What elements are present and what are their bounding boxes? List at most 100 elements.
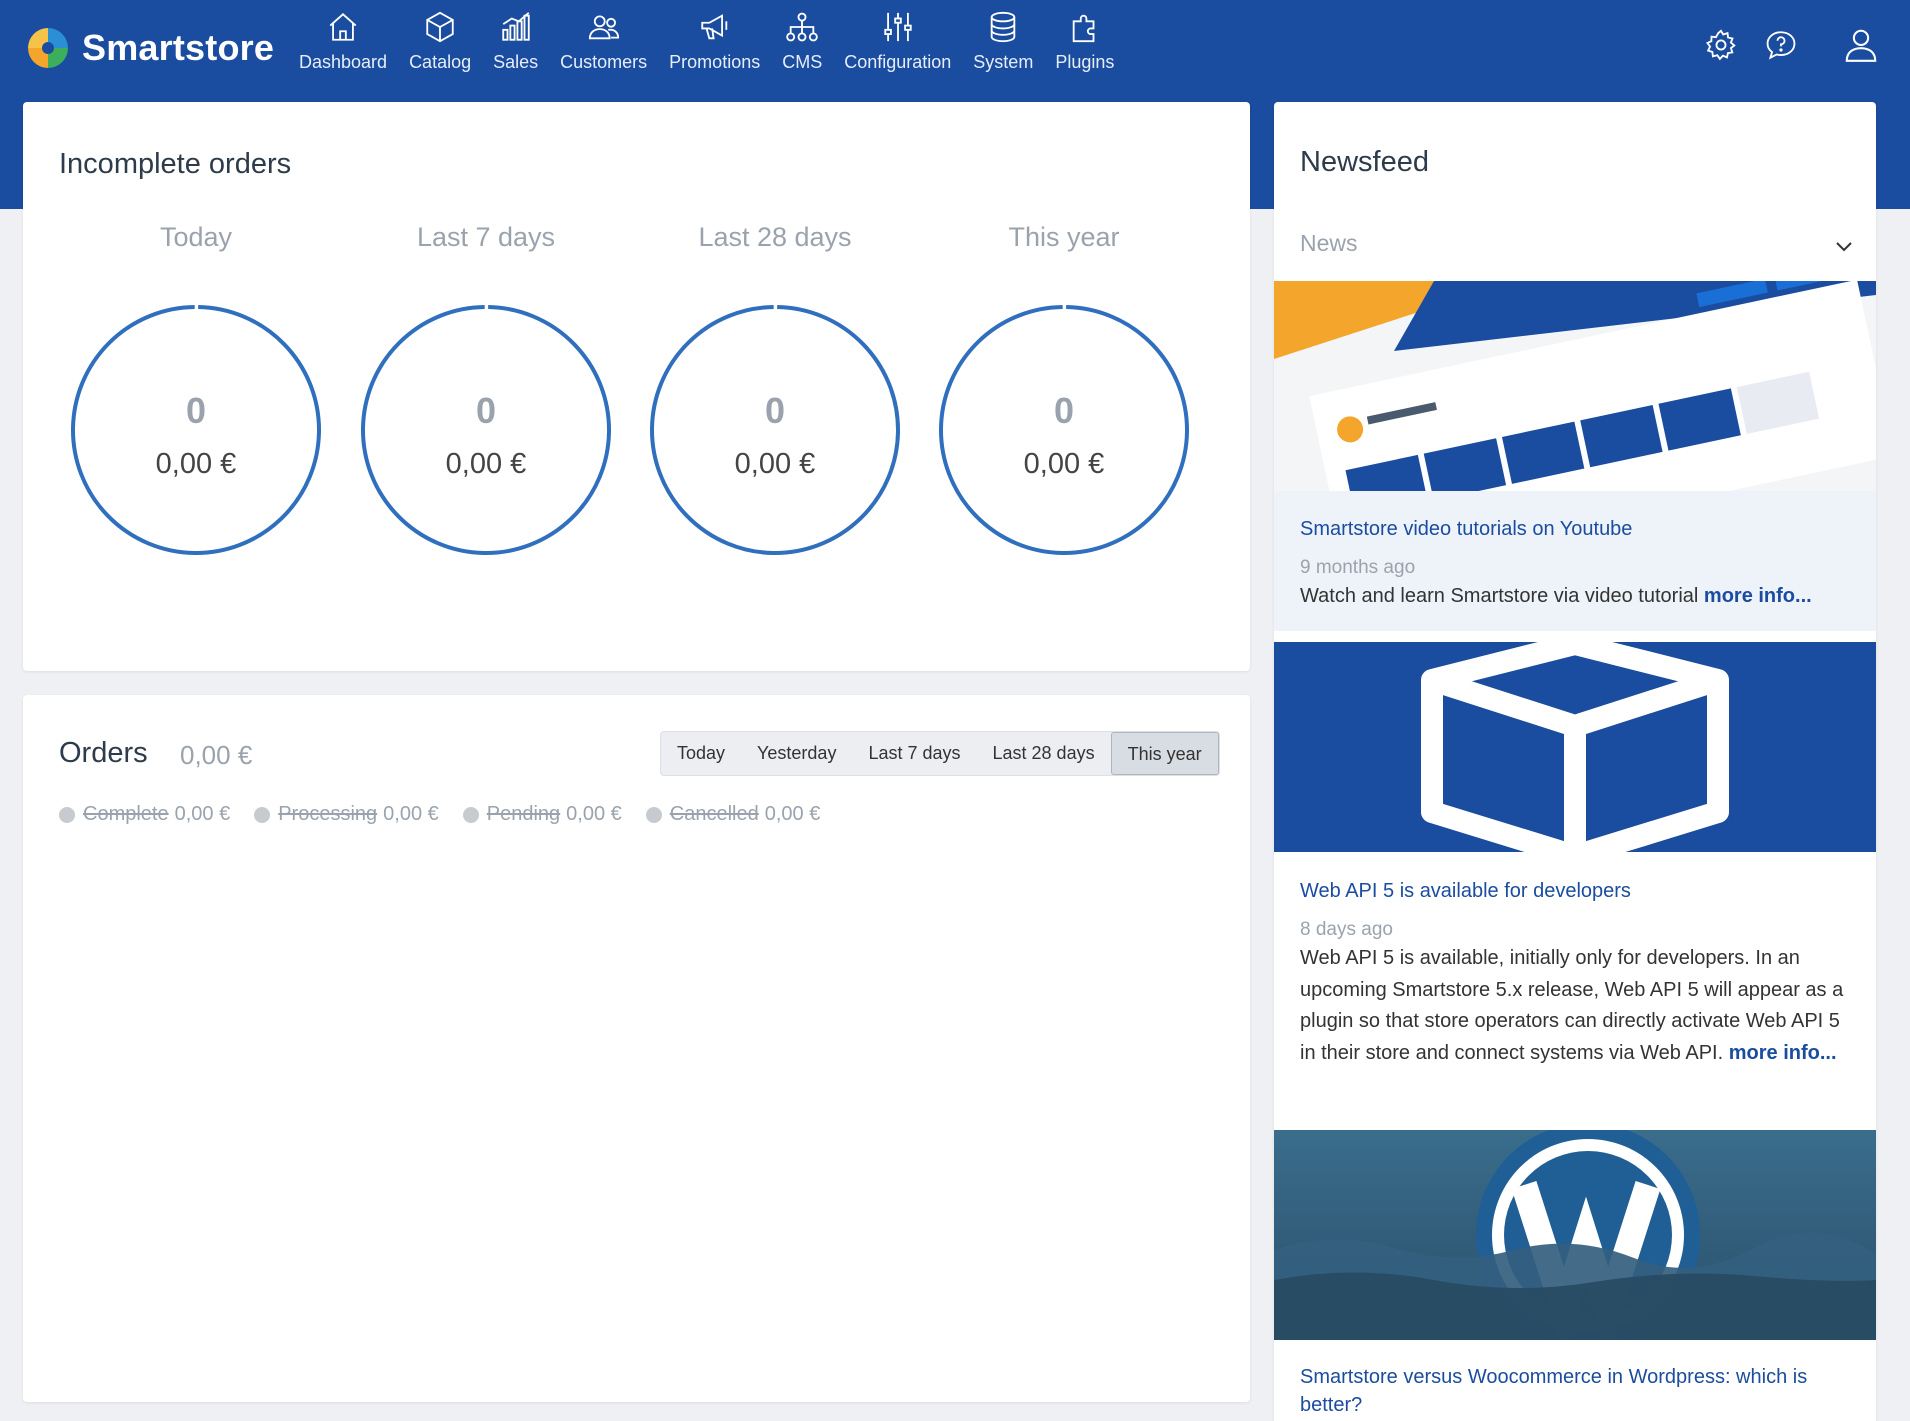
tab-yesterday[interactable]: Yesterday <box>741 732 852 775</box>
news-title-link[interactable]: Smartstore video tutorials on Youtube <box>1300 515 1850 543</box>
news-text-body: Watch and learn Smartstore via video tut… <box>1300 585 1699 607</box>
newsfeed-title: Newsfeed <box>1300 146 1429 178</box>
legend-complete[interactable]: Complete 0,00 € <box>59 803 230 826</box>
navbar-actions <box>1678 26 1880 69</box>
nav-customers[interactable]: Customers <box>549 10 658 73</box>
nav-label: Promotions <box>669 52 761 72</box>
stat-this-year[interactable]: This year 0 0,00 € <box>934 222 1194 555</box>
news-image-webapi[interactable] <box>1274 642 1876 852</box>
orders-title: Orders <box>59 737 148 769</box>
news-image-wordpress[interactable] <box>1274 1130 1876 1340</box>
brand[interactable]: Smartstore <box>24 24 274 72</box>
legend-name: Complete <box>83 803 169 825</box>
news-more-link[interactable]: more info... <box>1704 585 1812 607</box>
news-date: 8 days ago <box>1300 919 1393 940</box>
smartstore-logo-icon <box>28 28 68 68</box>
stat-count: 0 <box>185 390 207 431</box>
legend-processing[interactable]: Processing 0,00 € <box>254 803 439 826</box>
news-title-link[interactable]: Web API 5 is available for developers <box>1300 877 1850 905</box>
legend-value: 0,00 € <box>174 803 231 825</box>
gear-icon <box>1705 29 1736 61</box>
stat-count: 0 <box>1053 390 1075 431</box>
stat-count: 0 <box>764 390 786 431</box>
nav-label: Sales <box>493 52 539 72</box>
news-more-link[interactable]: more info... <box>1729 1042 1837 1064</box>
news-filter-select[interactable]: News <box>1274 212 1876 278</box>
brand-name: Smartstore <box>82 27 275 68</box>
news-date: 9 months ago <box>1300 557 1416 578</box>
stat-amount: 0,00 € <box>445 448 527 480</box>
news-image-youtube[interactable] <box>1274 281 1876 491</box>
nav-configuration[interactable]: Configuration <box>833 10 962 73</box>
help-chat-icon <box>1766 31 1796 60</box>
stat-last-7-days[interactable]: Last 7 days 0 0,00 € <box>356 222 616 555</box>
stat-amount: 0,00 € <box>1023 448 1105 480</box>
nav-label: CMS <box>782 52 823 72</box>
puzzle-icon <box>1072 14 1095 43</box>
tab-last-28-days[interactable]: Last 28 days <box>977 732 1111 775</box>
news-item: Web API 5 is available for developers 8 … <box>1274 877 1876 1069</box>
wordpress-logo-image <box>1274 1130 1876 1340</box>
nav-label: Plugins <box>1055 52 1115 72</box>
nav-label: Customers <box>560 52 648 72</box>
megaphone-icon <box>701 14 727 40</box>
legend-cancelled[interactable]: Cancelled 0,00 € <box>645 803 821 826</box>
main-nav: Dashboard Catalog Sales Customers Promot… <box>288 10 1125 73</box>
legend-value: 0,00 € <box>764 803 821 825</box>
sitemap-icon <box>786 12 819 42</box>
chart-icon <box>501 12 530 41</box>
nav-cms[interactable]: CMS <box>771 10 833 73</box>
stat-count: 0 <box>475 390 497 431</box>
stat-label: This year <box>1008 222 1120 252</box>
nav-dashboard[interactable]: Dashboard <box>288 10 398 73</box>
stat-label: Last 7 days <box>416 222 556 252</box>
orders-period-tabs: Today Yesterday Last 7 days Last 28 days… <box>660 731 1220 776</box>
legend-value: 0,00 € <box>383 803 439 825</box>
stat-amount: 0,00 € <box>155 448 237 480</box>
orders-total: 0,00 € <box>180 740 253 770</box>
chevron-down-icon <box>1836 242 1852 252</box>
news-title-link[interactable]: Smartstore versus Woocommerce in Wordpre… <box>1300 1363 1850 1419</box>
legend-name: Processing <box>278 803 378 825</box>
tab-this-year[interactable]: This year <box>1110 732 1219 775</box>
incomplete-orders-card: Incomplete orders Today 0 0,00 € Last 7 … <box>23 102 1250 671</box>
stat-amount: 0,00 € <box>734 448 816 480</box>
nav-plugins[interactable]: Plugins <box>1044 10 1125 73</box>
news-filter-value: News <box>1300 230 1358 256</box>
stat-label: Today <box>159 222 233 252</box>
sliders-icon <box>884 12 912 42</box>
news-item: Smartstore video tutorials on Youtube 9 … <box>1274 491 1876 631</box>
nav-system[interactable]: System <box>962 10 1044 73</box>
news-text: Web API 5 is available, initially only f… <box>1300 943 1850 1069</box>
user-icon <box>1845 29 1877 62</box>
settings-button[interactable] <box>1678 28 1738 67</box>
top-navbar: Smartstore Dashboard Catalog Sales Custo… <box>0 0 1910 100</box>
tab-last-7-days[interactable]: Last 7 days <box>852 732 976 775</box>
legend-name: Pending <box>486 803 561 825</box>
nav-label: System <box>973 52 1034 72</box>
nav-promotions[interactable]: Promotions <box>658 10 771 73</box>
legend-dot <box>645 806 662 823</box>
users-icon <box>588 15 619 40</box>
nav-label: Configuration <box>844 52 952 72</box>
nav-sales[interactable]: Sales <box>482 10 549 73</box>
nav-catalog[interactable]: Catalog <box>398 10 482 73</box>
legend-dot <box>59 806 75 823</box>
orders-card: Orders 0,00 € Today Yesterday Last 7 day… <box>23 695 1250 1402</box>
newsfeed-card: Newsfeed News Smartstore video tutorials… <box>1274 102 1876 1421</box>
legend-dot <box>462 806 479 823</box>
legend-name: Cancelled <box>669 803 759 825</box>
nav-label: Catalog <box>409 52 472 72</box>
database-icon <box>991 11 1016 43</box>
stat-label: Last 28 days <box>698 222 852 252</box>
legend-pending[interactable]: Pending 0,00 € <box>462 803 622 826</box>
incomplete-orders-title: Incomplete orders <box>59 148 292 180</box>
news-item: Smartstore versus Woocommerce in Wordpre… <box>1274 1363 1876 1419</box>
user-menu-button[interactable] <box>1798 26 1880 69</box>
tab-today[interactable]: Today <box>661 732 741 775</box>
stat-last-28-days[interactable]: Last 28 days 0 0,00 € <box>645 222 905 555</box>
home-icon <box>329 13 357 41</box>
help-button[interactable] <box>1738 28 1798 67</box>
stat-today[interactable]: Today 0 0,00 € <box>66 222 326 555</box>
legend-dot <box>254 806 271 823</box>
